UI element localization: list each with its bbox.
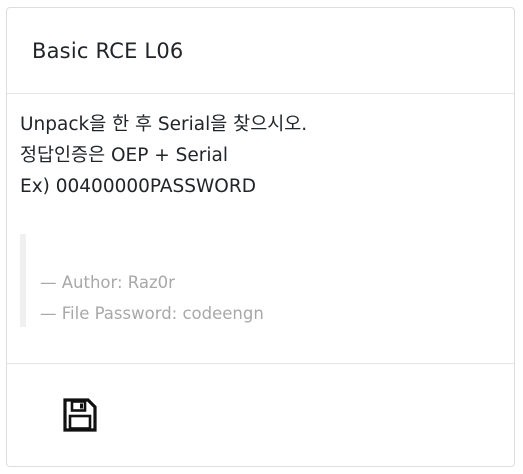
- author-credit: — Author: Raz0r: [40, 273, 175, 292]
- challenge-card: Basic RCE L06 Unpack을 한 후 Serial을 찾으시오. …: [6, 7, 515, 467]
- card-body: Unpack을 한 후 Serial을 찾으시오. 정답인증은 OEP + Se…: [7, 94, 514, 364]
- blockquote-bar: [20, 234, 26, 327]
- description-line: 정답인증은 OEP + Serial: [20, 145, 228, 166]
- card-title: Basic RCE L06: [32, 38, 184, 63]
- download-button[interactable]: [62, 397, 98, 433]
- card-footer: [7, 364, 514, 466]
- file-password: — File Password: codeengn: [40, 304, 264, 323]
- floppy-disk-icon: [63, 398, 97, 432]
- card-header: Basic RCE L06: [7, 8, 514, 94]
- description-line: Ex) 00400000PASSWORD: [20, 176, 256, 197]
- challenge-description: Unpack을 한 후 Serial을 찾으시오. 정답인증은 OEP + Se…: [20, 109, 307, 202]
- blockquote-footer: — Author: Raz0r — File Password: codeeng…: [40, 267, 264, 329]
- description-line: Unpack을 한 후 Serial을 찾으시오.: [20, 114, 308, 135]
